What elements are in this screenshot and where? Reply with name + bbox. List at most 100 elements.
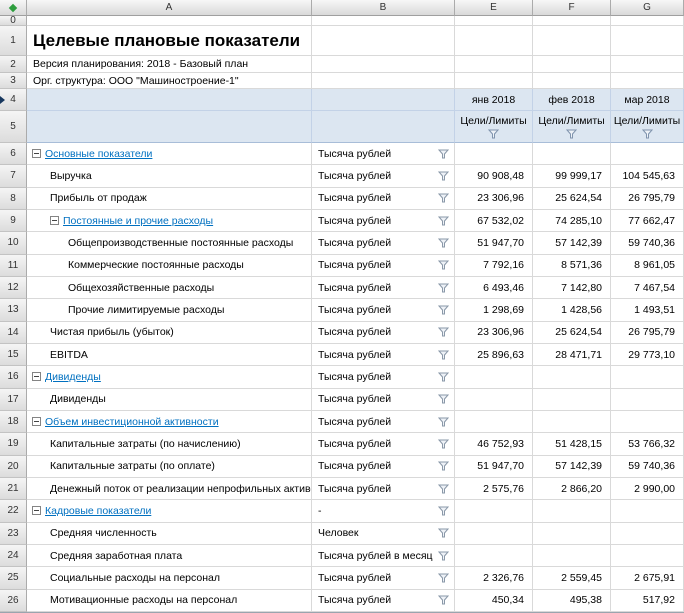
unit-cell[interactable]: Тысяча рублей (312, 590, 455, 612)
value-cell[interactable]: 2 675,91 (611, 567, 684, 589)
unit-cell[interactable]: Тысяча рублей в месяц (312, 545, 455, 567)
unit-cell[interactable]: Тысяча рублей (312, 344, 455, 366)
value-cell[interactable]: 8 571,36 (533, 255, 611, 277)
value-cell[interactable] (611, 523, 684, 545)
row-number[interactable]: 25 (0, 567, 27, 589)
cell[interactable] (312, 89, 455, 111)
indicator-label[interactable]: Объем инвестиционной активности (45, 416, 219, 428)
row-number[interactable]: 12 (0, 277, 27, 299)
indicator-cell[interactable]: Выручка (27, 165, 312, 187)
measure-header[interactable]: Цели/Лимиты (611, 111, 684, 143)
row-number[interactable]: 22 (0, 500, 27, 522)
unit-cell[interactable]: Тысяча рублей (312, 433, 455, 455)
row-number[interactable]: 26 (0, 590, 27, 612)
column-header-a[interactable]: A (27, 0, 312, 16)
value-cell[interactable]: 104 545,63 (611, 165, 684, 187)
unit-cell[interactable]: Тысяча рублей (312, 411, 455, 433)
unit-cell[interactable]: Тысяча рублей (312, 188, 455, 210)
filter-icon[interactable] (438, 305, 449, 315)
unit-cell[interactable]: Тысяча рублей (312, 389, 455, 411)
cell[interactable] (455, 73, 533, 89)
value-cell[interactable] (533, 523, 611, 545)
indicator-label[interactable]: Кадровые показатели (45, 505, 151, 517)
row-number[interactable]: 16 (0, 366, 27, 388)
cell[interactable] (533, 16, 611, 26)
filter-icon[interactable] (438, 551, 449, 561)
indicator-cell[interactable]: Общехозяйственные расходы (27, 277, 312, 299)
value-cell[interactable]: 59 740,36 (611, 232, 684, 254)
value-cell[interactable] (455, 411, 533, 433)
unit-cell[interactable]: Тысяча рублей (312, 299, 455, 321)
cell[interactable] (533, 56, 611, 73)
indicator-label[interactable]: Постоянные и прочие расходы (63, 215, 213, 227)
value-cell[interactable] (533, 389, 611, 411)
row-number[interactable]: 21 (0, 478, 27, 500)
row-number[interactable]: 20 (0, 456, 27, 478)
cell[interactable] (312, 26, 455, 56)
cell[interactable] (533, 73, 611, 89)
filter-icon[interactable] (438, 149, 449, 159)
indicator-cell[interactable]: Кадровые показатели (27, 500, 312, 522)
cell[interactable] (455, 16, 533, 26)
value-cell[interactable]: 26 795,79 (611, 322, 684, 344)
value-cell[interactable]: 67 532,02 (455, 210, 533, 232)
filter-icon[interactable] (438, 260, 449, 270)
value-cell[interactable]: 25 624,54 (533, 188, 611, 210)
filter-icon[interactable] (438, 372, 449, 382)
collapse-icon[interactable] (32, 149, 41, 158)
filter-icon[interactable] (438, 461, 449, 471)
indicator-cell[interactable]: Социальные расходы на персонал (27, 567, 312, 589)
filter-icon[interactable] (438, 238, 449, 248)
indicator-cell[interactable]: Дивиденды (27, 389, 312, 411)
unit-cell[interactable]: Тысяча рублей (312, 165, 455, 187)
unit-cell[interactable]: Тысяча рублей (312, 210, 455, 232)
month-header[interactable]: янв 2018 (455, 89, 533, 111)
row-number[interactable]: 13 (0, 299, 27, 321)
indicator-cell[interactable]: Дивиденды (27, 366, 312, 388)
indicator-cell[interactable]: Коммерческие постоянные расходы (27, 255, 312, 277)
row-number[interactable]: 5 (0, 111, 27, 143)
value-cell[interactable]: 7 467,54 (611, 277, 684, 299)
value-cell[interactable] (455, 545, 533, 567)
value-cell[interactable]: 1 428,56 (533, 299, 611, 321)
value-cell[interactable]: 450,34 (455, 590, 533, 612)
value-cell[interactable]: 53 766,32 (611, 433, 684, 455)
value-cell[interactable]: 46 752,93 (455, 433, 533, 455)
indicator-label[interactable]: Основные показатели (45, 148, 152, 160)
column-header-g[interactable]: G (611, 0, 684, 16)
value-cell[interactable]: 2 990,00 (611, 478, 684, 500)
indicator-cell[interactable]: Объем инвестиционной активности (27, 411, 312, 433)
value-cell[interactable]: 57 142,39 (533, 232, 611, 254)
row-number[interactable]: 3 (0, 73, 27, 89)
filter-icon[interactable] (438, 193, 449, 203)
filter-icon[interactable] (438, 283, 449, 293)
value-cell[interactable]: 1 298,69 (455, 299, 533, 321)
value-cell[interactable] (611, 389, 684, 411)
value-cell[interactable] (455, 523, 533, 545)
indicator-cell[interactable]: Общепроизводственные постоянные расходы (27, 232, 312, 254)
row-number[interactable]: 6 (0, 143, 27, 165)
cell[interactable] (611, 73, 684, 89)
value-cell[interactable]: 1 493,51 (611, 299, 684, 321)
value-cell[interactable] (533, 545, 611, 567)
row-number[interactable]: 17 (0, 389, 27, 411)
value-cell[interactable] (455, 143, 533, 165)
cell[interactable] (611, 56, 684, 73)
row-number[interactable]: 24 (0, 545, 27, 567)
value-cell[interactable] (533, 411, 611, 433)
filter-icon[interactable] (438, 439, 449, 449)
filter-icon[interactable] (566, 129, 577, 139)
column-header-b[interactable]: B (312, 0, 455, 16)
value-cell[interactable]: 51 947,70 (455, 232, 533, 254)
filter-icon[interactable] (438, 506, 449, 516)
value-cell[interactable]: 8 961,05 (611, 255, 684, 277)
column-header-e[interactable]: E (455, 0, 533, 16)
value-cell[interactable]: 2 866,20 (533, 478, 611, 500)
month-header[interactable]: фев 2018 (533, 89, 611, 111)
value-cell[interactable]: 2 575,76 (455, 478, 533, 500)
indicator-cell[interactable]: Прочие лимитируемые расходы (27, 299, 312, 321)
value-cell[interactable]: 25 896,63 (455, 344, 533, 366)
unit-cell[interactable]: Тысяча рублей (312, 567, 455, 589)
value-cell[interactable] (455, 500, 533, 522)
select-all-corner[interactable] (0, 0, 27, 16)
